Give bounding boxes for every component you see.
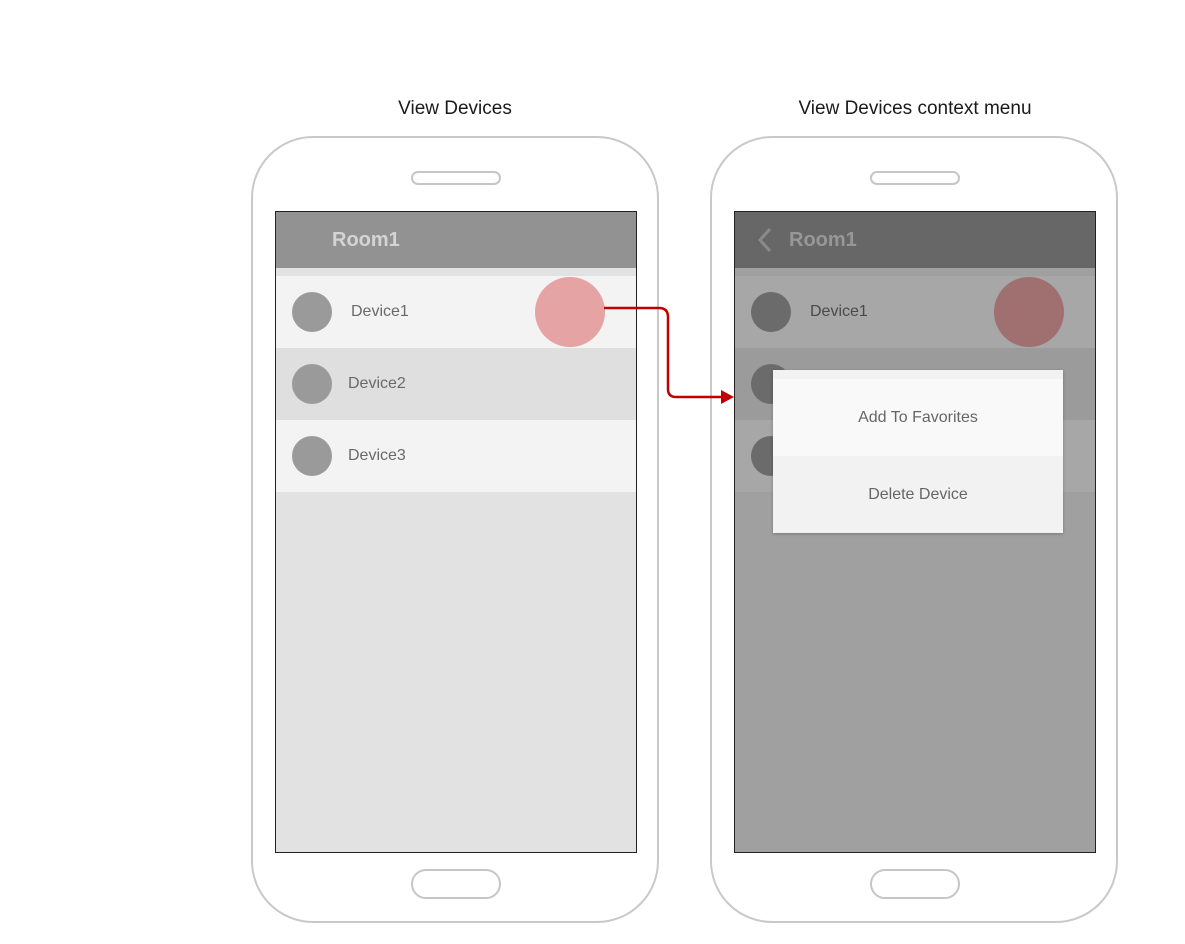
flow-arrow-line — [604, 306, 722, 399]
flow-arrow-head — [721, 390, 734, 404]
flow-arrow — [604, 306, 734, 404]
